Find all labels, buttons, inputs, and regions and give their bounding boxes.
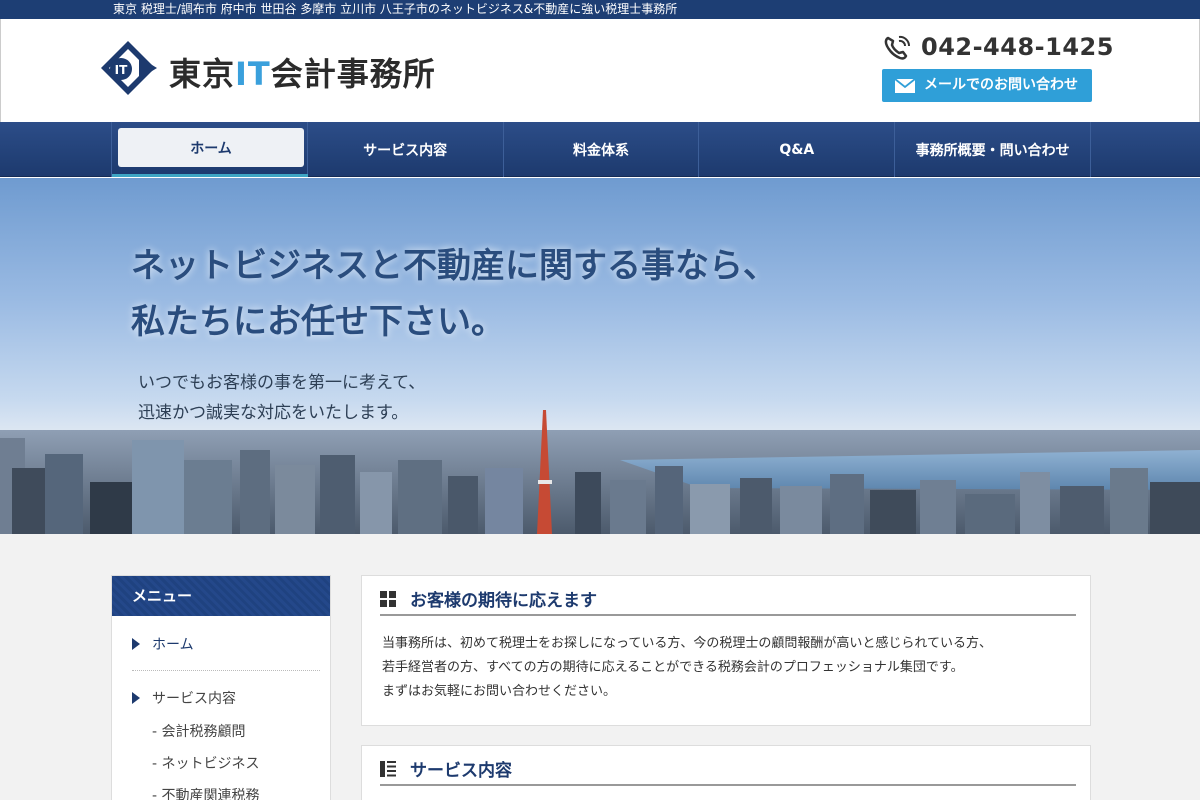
sidebar-subitem-net-business[interactable]: - ネットビジネス [152, 753, 260, 773]
hero-banner: ネットビジネスと不動産に関する事なら、 私たちにお任せ下さい。 いつでもお客様の… [0, 178, 1200, 534]
site-logo[interactable]: IT 東京IT会計事務所 [99, 39, 439, 99]
triangle-bullet-icon [132, 692, 140, 704]
section-title: お客様の期待に応えます [410, 591, 597, 611]
logo-prefix: 東京 [169, 55, 236, 93]
section-title-bar: サービス内容 [380, 756, 1076, 786]
nav-label-pricing: 料金体系 [572, 142, 629, 159]
hero-subtext-line1: いつでもお客様の事を第一に考えて、 [138, 373, 426, 393]
mail-button-label: メールでのお問い合わせ [924, 77, 1078, 93]
section-body-line: 当事務所は、初めて税理士をお探しになっている方、今の税理士の顧問報酬が高いと感じ… [382, 636, 992, 651]
section-title-bar: お客様の期待に応えます [380, 586, 1076, 616]
nav-item-home[interactable]: ホーム [112, 122, 308, 177]
top-tagline-bar: 東京 税理士/調布市 府中市 世田谷 多摩市 立川市 八王子市のネットビジネス&… [0, 0, 1200, 19]
sidebar-subitem-accounting[interactable]: - 会計税務顧問 [152, 721, 246, 741]
nav-item-qa[interactable]: Q&A [699, 122, 896, 177]
logo-text: 東京IT会計事務所 [169, 49, 436, 95]
phone-icon [884, 35, 911, 60]
hero-subtext-line2: 迅速かつ誠実な対応をいたします。 [138, 403, 409, 423]
nav-label-home: ホーム [190, 140, 232, 157]
sidebar-item-label: サービス内容 [152, 691, 236, 707]
city-skyline-image [0, 410, 1200, 534]
sidebar-divider [132, 670, 320, 671]
phone-contact[interactable]: 042-448-1425 [883, 33, 1113, 63]
section-body: 当事務所は、初めて税理士をお探しになっている方、今の税理士の顧問報酬が高いと感じ… [382, 632, 992, 704]
list-icon [380, 761, 396, 777]
grid-squares-icon [380, 591, 396, 607]
section-expectations: お客様の期待に応えます 当事務所は、初めて税理士をお探しになっている方、今の税理… [361, 575, 1091, 726]
nav-label-qa: Q&A [779, 141, 815, 158]
section-services: サービス内容 [361, 745, 1091, 800]
nav-item-about-contact[interactable]: 事務所概要・問い合わせ [895, 122, 1091, 177]
section-title: サービス内容 [410, 761, 512, 781]
triangle-bullet-icon [132, 638, 140, 650]
section-body-line: まずはお気軽にお問い合わせください。 [382, 684, 617, 699]
logo-suffix: 会計事務所 [270, 55, 436, 93]
nav-item-pricing[interactable]: 料金体系 [504, 122, 700, 177]
top-tagline-text: 東京 税理士/調布市 府中市 世田谷 多摩市 立川市 八王子市のネットビジネス&… [113, 2, 678, 16]
nav-item-services[interactable]: サービス内容 [308, 122, 504, 177]
nav-label-services: サービス内容 [363, 142, 448, 159]
mail-icon [894, 78, 916, 93]
sidebar-menu: メニュー ホーム サービス内容 - 会計税務顧問 - ネットビジネス - 不動産… [111, 575, 331, 800]
hero-subtext: いつでもお客様の事を第一に考えて、 迅速かつ誠実な対応をいたします。 [138, 368, 425, 428]
mail-contact-button[interactable]: メールでのお問い合わせ [882, 69, 1092, 102]
sidebar-heading: メニュー [112, 576, 330, 616]
sidebar-subitem-real-estate[interactable]: - 不動産関連税務 [152, 785, 260, 800]
hero-headline: ネットビジネスと不動産に関する事なら、 私たちにお任せ下さい。 [131, 238, 777, 350]
nav-label-about-contact: 事務所概要・問い合わせ [915, 142, 1070, 159]
site-header: IT 東京IT会計事務所 042-448-1425 メールでのお問い合わせ [0, 19, 1200, 122]
phone-number: 042-448-1425 [921, 33, 1114, 61]
main-nav: ホーム サービス内容 料金体系 Q&A 事務所概要・問い合わせ [0, 122, 1200, 177]
svg-text:IT: IT [115, 63, 128, 77]
hero-headline-line1: ネットビジネスと不動産に関する事なら、 [131, 246, 777, 286]
sidebar-item-label: ホーム [152, 637, 194, 653]
hero-headline-line2: 私たちにお任せ下さい。 [131, 302, 505, 342]
logo-mark-icon: IT [101, 41, 157, 95]
logo-it: IT [235, 55, 271, 93]
section-body-line: 若手経営者の方、すべての方の期待に応えることができる税務会計のプロフェッショナル… [382, 660, 964, 675]
